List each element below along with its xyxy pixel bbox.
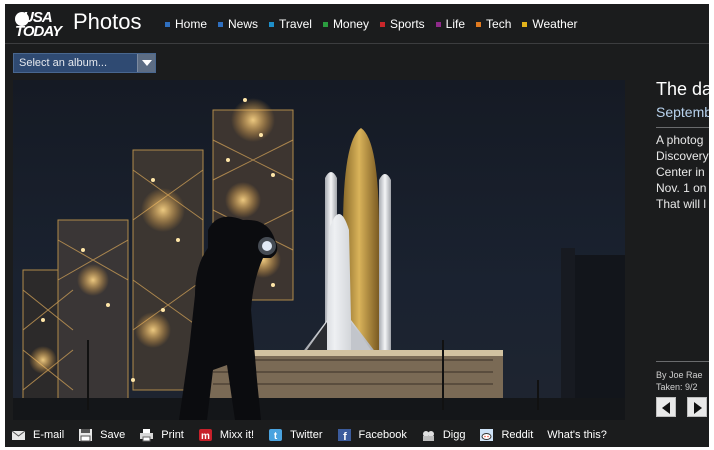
header-divider	[5, 43, 709, 44]
twitter-share-label: Twitter	[290, 429, 323, 441]
top-navigation: Home News Travel Money Sports Life Tech …	[165, 17, 589, 31]
nav-news[interactable]: News	[218, 17, 258, 31]
twitter-share-button[interactable]: t Twitter	[268, 428, 323, 442]
nav-life[interactable]: Life	[435, 17, 466, 31]
nav-money-marker	[322, 21, 328, 27]
svg-text:f: f	[343, 431, 347, 442]
reddit-share-label: Reddit	[501, 429, 534, 441]
nav-life-label: Life	[445, 17, 466, 31]
usa-today-logo[interactable]: USA TODAY	[15, 10, 63, 40]
email-share-button[interactable]: E-mail	[11, 428, 64, 442]
mail-icon	[11, 428, 26, 442]
svg-text:m: m	[201, 431, 210, 442]
whats-this-link[interactable]: What's this?	[547, 428, 607, 442]
mixx-share-button[interactable]: m Mixx it!	[198, 428, 254, 442]
email-share-label: E-mail	[33, 429, 65, 441]
nav-weather-marker	[522, 21, 528, 27]
digg-share-label: Digg	[442, 429, 466, 441]
nav-tech-label: Tech	[486, 17, 512, 31]
share-toolbar: E-mail Save Print m Mixx it! t Twitter f…	[11, 426, 621, 444]
nav-weather[interactable]: Weather	[522, 17, 578, 31]
twitter-icon: t	[268, 428, 283, 442]
save-share-button[interactable]: Save	[78, 428, 125, 442]
caption-line: A photog	[656, 133, 704, 147]
credit-divider	[656, 361, 709, 362]
gallery-photo[interactable]	[13, 80, 625, 420]
print-icon	[139, 428, 154, 442]
caption-line: Nov. 1 on	[656, 181, 707, 195]
nav-weather-label: Weather	[532, 17, 578, 31]
digg-icon	[421, 428, 436, 442]
facebook-share-button[interactable]: f Facebook	[337, 428, 407, 443]
section-title: Photos	[73, 9, 142, 34]
caption-divider	[656, 127, 709, 128]
nav-travel-marker	[269, 21, 275, 27]
album-select-value: Select an album...	[19, 57, 108, 69]
nav-money[interactable]: Money	[322, 17, 369, 31]
logo-text-line2: TODAY	[15, 23, 62, 40]
print-share-button[interactable]: Print	[139, 428, 184, 442]
nav-tech[interactable]: Tech	[476, 17, 511, 31]
photo-caption: A photog Discovery Center in Nov. 1 on T…	[656, 132, 709, 212]
caption-line: That will l	[656, 197, 707, 211]
caption-line: Center in	[656, 165, 705, 179]
photo-gallery-frame: USA TODAY Photos Home News Travel Money …	[5, 4, 709, 447]
nav-home-label: Home	[175, 17, 208, 31]
photo-date: Septemb	[656, 104, 709, 120]
facebook-icon: f	[337, 428, 352, 443]
caption-line: Discovery	[656, 149, 709, 163]
photo-taken-date: Taken: 9/2	[656, 382, 698, 392]
print-share-label: Print	[161, 429, 184, 441]
next-photo-button[interactable]	[687, 397, 707, 417]
nav-news-marker	[218, 21, 224, 27]
facebook-share-label: Facebook	[358, 429, 407, 441]
nav-sports-marker	[379, 21, 385, 27]
save-icon	[78, 428, 93, 442]
photo-headline: The da	[656, 79, 709, 99]
nav-home-marker	[165, 21, 170, 27]
save-share-label: Save	[100, 429, 126, 441]
nav-travel[interactable]: Travel	[269, 17, 312, 31]
nav-news-label: News	[228, 17, 259, 31]
nav-life-marker	[435, 21, 441, 27]
mixx-share-label: Mixx it!	[219, 429, 255, 441]
whats-this-label: What's this?	[547, 429, 607, 441]
nav-sports-label: Sports	[389, 17, 425, 31]
nav-money-label: Money	[332, 17, 369, 31]
album-select[interactable]: Select an album...	[13, 53, 156, 73]
nav-travel-label: Travel	[279, 17, 312, 31]
photo-credit: By Joe Rae	[656, 370, 703, 380]
nav-tech-marker	[476, 21, 482, 27]
digg-share-button[interactable]: Digg	[421, 428, 466, 442]
nav-sports[interactable]: Sports	[379, 17, 425, 31]
shuttle-launch-pad-photo	[13, 80, 625, 420]
chevron-down-icon[interactable]	[137, 54, 155, 72]
reddit-icon	[479, 428, 494, 442]
previous-photo-button[interactable]	[656, 397, 676, 417]
reddit-share-button[interactable]: Reddit	[479, 428, 533, 442]
nav-home[interactable]: Home	[165, 17, 207, 31]
mixx-icon: m	[198, 428, 213, 442]
